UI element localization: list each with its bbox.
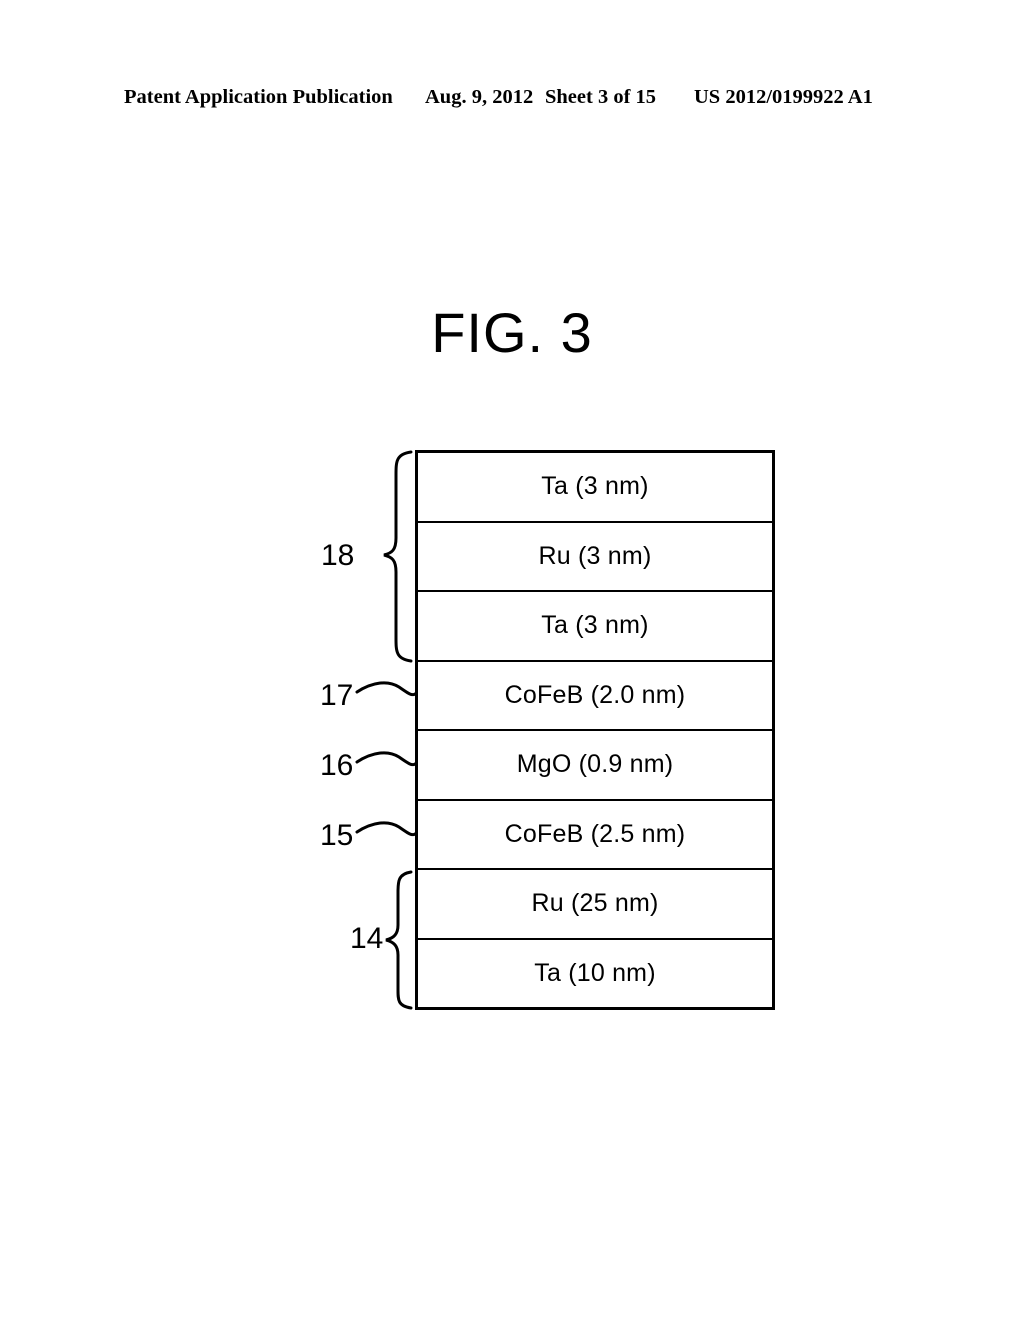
leader-line-15 (355, 821, 417, 837)
layer-label: CoFeB (2.0 nm) (504, 680, 686, 709)
layer-ta-3nm-top: Ta (3 nm) (418, 453, 772, 523)
layer-label: Ta (3 nm) (541, 472, 649, 501)
layer-stack: Ta (3 nm) Ru (3 nm) Ta (3 nm) CoFeB (2.0… (415, 450, 775, 1010)
reference-numeral-16: 16 (320, 749, 354, 782)
layer-cofeb-25nm: CoFeB (2.5 nm) (418, 800, 772, 870)
layer-ru-25nm: Ru (25 nm) (418, 870, 772, 940)
reference-numeral-15: 15 (320, 819, 354, 852)
layer-label: CoFeB (2.5 nm) (504, 819, 686, 848)
reference-numeral-18: 18 (321, 539, 355, 572)
leader-line-17 (355, 681, 417, 697)
brace-18 (383, 450, 413, 663)
layer-label: Ru (3 nm) (538, 541, 652, 570)
layer-ta-10nm: Ta (10 nm) (418, 939, 772, 1007)
brace-14 (385, 870, 413, 1010)
layer-ru-3nm: Ru (3 nm) (418, 522, 772, 592)
reference-numeral-14: 14 (350, 922, 384, 955)
leader-line-16 (355, 751, 417, 767)
layer-cofeb-20nm: CoFeB (2.0 nm) (418, 661, 772, 731)
layer-mgo-09nm: MgO (0.9 nm) (418, 731, 772, 801)
layer-label: Ta (10 nm) (534, 958, 656, 987)
reference-numeral-17: 17 (320, 679, 354, 712)
layer-label: MgO (0.9 nm) (516, 750, 674, 779)
layer-label: Ta (3 nm) (541, 611, 649, 640)
layer-ta-3nm-lower: Ta (3 nm) (418, 592, 772, 662)
figure-3-diagram: Ta (3 nm) Ru (3 nm) Ta (3 nm) CoFeB (2.0… (0, 0, 1024, 1320)
layer-label: Ru (25 nm) (531, 889, 659, 918)
